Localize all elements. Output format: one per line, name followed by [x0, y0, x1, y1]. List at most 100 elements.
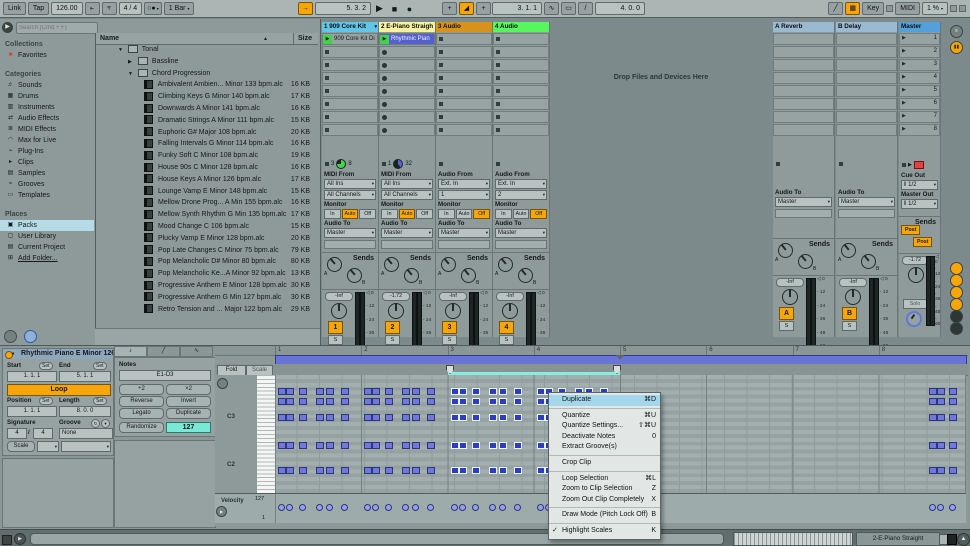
output-chooser[interactable]: Master▾	[438, 228, 490, 238]
return-empty-slot[interactable]	[836, 59, 897, 71]
midi-note[interactable]	[278, 442, 286, 449]
empty-clip-slot[interactable]	[436, 85, 492, 97]
empty-clip-slot[interactable]	[322, 46, 378, 58]
empty-clip-slot[interactable]	[322, 85, 378, 97]
tap-tempo-button[interactable]: Tap	[28, 2, 49, 15]
follow-button[interactable]: →	[298, 2, 313, 15]
midi-note[interactable]	[499, 398, 507, 405]
track-4-header[interactable]: 4 Audio	[493, 22, 549, 32]
midi-note[interactable]	[514, 414, 522, 421]
midi-note[interactable]	[459, 414, 467, 421]
start-set-button[interactable]: Set	[39, 362, 53, 370]
file-row[interactable]: Climbing Keys G Minor 140 bpm.alc 17 KB	[96, 91, 318, 103]
empty-clip-slot[interactable]	[493, 59, 549, 71]
midi-note[interactable]	[326, 388, 334, 395]
file-row[interactable]: Downwards A Minor 141 bpm.alc 16 KB	[96, 103, 318, 115]
piano-keyboard[interactable]	[257, 375, 276, 493]
master-header[interactable]: Master	[899, 22, 940, 32]
scene-launch-icon[interactable]: ▶	[902, 87, 906, 93]
pre-post-b-button[interactable]: Post	[913, 237, 932, 247]
midi-note[interactable]	[299, 414, 307, 421]
menu-item-duplicate[interactable]: Duplicate ⌘D	[549, 395, 660, 406]
track-stop-icon[interactable]	[439, 162, 443, 166]
return-empty-slot[interactable]	[773, 33, 834, 45]
menu-item-highlight-scales[interactable]: ✓ Highlight Scales K	[549, 526, 660, 537]
file-row[interactable]: Mellow Drone Prog... A Min 155 bpm.alc 1…	[96, 197, 318, 209]
sidebar-item-max-for-live[interactable]: ◠ Max for Live	[0, 135, 94, 146]
velocity-marker[interactable]	[451, 504, 458, 511]
loop-length-field[interactable]: 4. 0. 0	[595, 2, 645, 15]
midi-note[interactable]	[278, 398, 286, 405]
file-row[interactable]: Progressive Anthem E Minor 128 bpm.alc 3…	[96, 280, 318, 292]
groove-menu-icon[interactable]: ▾	[101, 419, 110, 428]
tempo-field[interactable]: 126.00	[51, 2, 82, 15]
send-a-knob[interactable]	[841, 243, 856, 258]
solo-button[interactable]: S	[499, 335, 514, 345]
sidebar-item-add-folder-[interactable]: ⊞ Add Folder...	[0, 253, 94, 264]
midi-note[interactable]	[364, 467, 372, 474]
clip-start-field[interactable]: 1. 1. 1	[7, 371, 57, 382]
input-type-chooser[interactable]: Ext. In▾	[438, 179, 490, 189]
empty-clip-slot[interactable]	[379, 98, 435, 110]
return-empty-slot[interactable]	[773, 111, 834, 123]
midi-note[interactable]	[514, 467, 522, 474]
midi-note[interactable]	[451, 467, 459, 474]
sidebar-item-grooves[interactable]: ≈ Grooves	[0, 179, 94, 190]
midi-note[interactable]	[427, 388, 435, 395]
midi-note[interactable]	[316, 398, 324, 405]
midi-note[interactable]	[489, 442, 497, 449]
velocity-marker[interactable]	[341, 504, 348, 511]
automation-arm-button[interactable]: ◢	[459, 2, 474, 15]
velocity-marker[interactable]	[514, 504, 521, 511]
monitor-in[interactable]: In	[324, 209, 341, 219]
monitor-off[interactable]: Off	[530, 209, 547, 219]
return-empty-slot[interactable]	[836, 85, 897, 97]
midi-note[interactable]	[364, 442, 372, 449]
clip-slot-filled[interactable]: ▶909 Core Kit Di	[322, 33, 378, 45]
midi-note[interactable]	[286, 467, 294, 474]
folder-row[interactable]: ▶ Bassline	[96, 56, 318, 68]
midi-note[interactable]	[385, 388, 393, 395]
midi-note[interactable]	[427, 414, 435, 421]
midi-note[interactable]	[949, 442, 957, 449]
midi-note[interactable]	[451, 414, 459, 421]
midi-note[interactable]	[299, 467, 307, 474]
track-activator-button[interactable]: 2	[385, 321, 400, 334]
monitor-off[interactable]: Off	[416, 209, 433, 219]
sig-numerator-field[interactable]: 4	[7, 428, 27, 439]
midi-note[interactable]	[537, 398, 545, 405]
return-empty-slot[interactable]	[836, 46, 897, 58]
scene-launch-icon[interactable]: ▶	[902, 61, 906, 67]
velocity-marker[interactable]	[459, 504, 466, 511]
midi-note[interactable]	[472, 414, 480, 421]
midi-note[interactable]	[402, 442, 410, 449]
io-meter-toggle-icon[interactable]: ▮▮	[950, 41, 963, 54]
midi-note[interactable]	[286, 414, 294, 421]
send-b-knob[interactable]	[404, 268, 419, 283]
send-b-knob[interactable]	[518, 268, 533, 283]
scale-mode-button[interactable]: Scale	[7, 441, 35, 452]
midi-note[interactable]	[929, 388, 937, 395]
midi-note[interactable]	[385, 467, 393, 474]
midi-note[interactable]	[372, 398, 380, 405]
send-a-knob[interactable]	[778, 243, 793, 258]
file-row[interactable]: Retro Tension and ... Major 122 bpm.alc …	[96, 304, 318, 316]
midi-note[interactable]	[385, 398, 393, 405]
return-activator-button[interactable]: A	[779, 307, 794, 320]
midi-note[interactable]	[949, 414, 957, 421]
midi-note[interactable]	[286, 442, 294, 449]
midi-note[interactable]	[459, 398, 467, 405]
midi-note[interactable]	[402, 414, 410, 421]
midi-note[interactable]	[537, 388, 545, 395]
input-channel-chooser[interactable]: All Channels▾	[324, 190, 376, 200]
output-chooser[interactable]: Master▾	[495, 228, 547, 238]
scale-name-chooser[interactable]: ▾	[61, 441, 111, 452]
solo-button[interactable]: S	[328, 335, 343, 345]
midi-note[interactable]	[489, 388, 497, 395]
midi-note[interactable]	[402, 388, 410, 395]
midi-note[interactable]	[499, 442, 507, 449]
clip-loop-button[interactable]: Loop	[7, 384, 111, 396]
empty-clip-slot[interactable]	[322, 59, 378, 71]
clip-launch-icon[interactable]: ▶	[323, 35, 332, 44]
return-activator-button[interactable]: B	[842, 307, 857, 320]
